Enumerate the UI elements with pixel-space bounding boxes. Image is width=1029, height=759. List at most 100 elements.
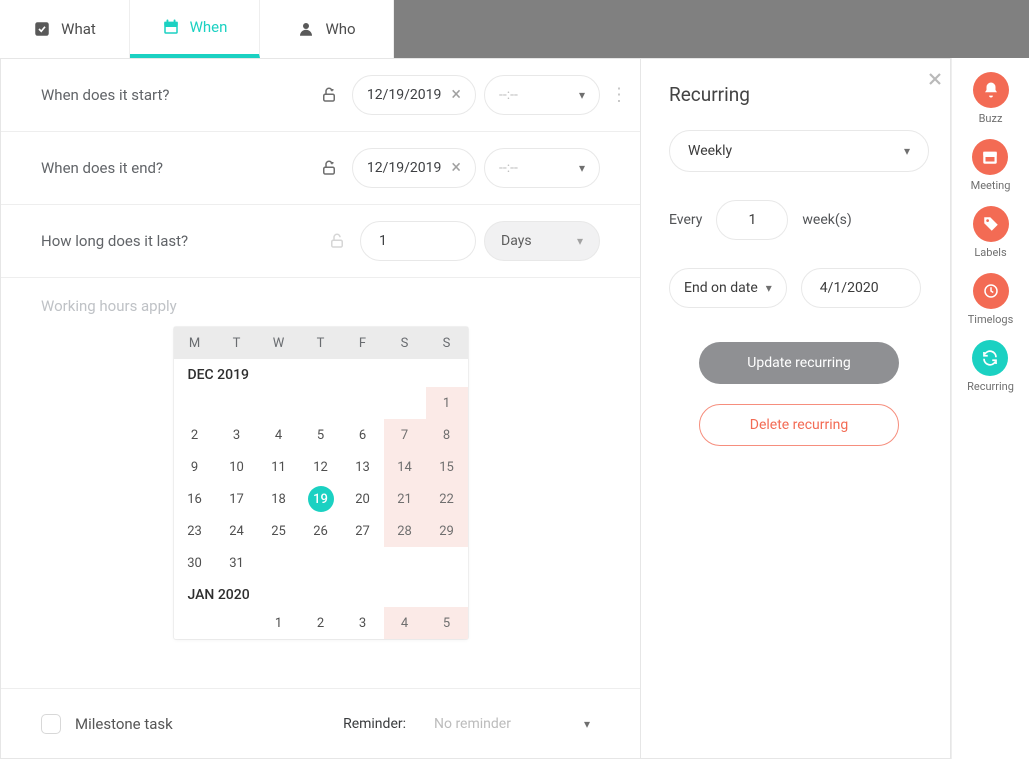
rail-label: Labels <box>974 246 1006 259</box>
recurring-panel: Recurring Weekly ▾ Every 1 week(s) End o… <box>641 59 957 758</box>
calendar-day[interactable]: 4 <box>384 607 426 639</box>
calendar-day[interactable]: 14 <box>384 451 426 483</box>
rail-label: Recurring <box>967 380 1014 393</box>
calendar-day[interactable]: 3 <box>342 607 384 639</box>
calendar-day[interactable]: 28 <box>384 515 426 547</box>
calendar-month: JAN 2020 <box>174 579 468 607</box>
calendar-day[interactable]: 8 <box>426 419 468 451</box>
lock-icon <box>328 232 346 250</box>
milestone-label: Milestone task <box>75 715 329 733</box>
lock-icon[interactable] <box>320 159 338 177</box>
chevron-down-icon: ▾ <box>584 717 590 731</box>
calendar-day[interactable]: 11 <box>258 451 300 483</box>
calendar-day[interactable]: 22 <box>426 483 468 515</box>
dow-header: T <box>300 327 342 359</box>
bell-icon <box>982 81 1000 99</box>
calendar-day[interactable]: 2 <box>174 419 216 451</box>
calendar-day[interactable]: 9 <box>174 451 216 483</box>
start-label: When does it start? <box>41 86 320 104</box>
calendar-day[interactable]: 7 <box>384 419 426 451</box>
tab-who[interactable]: Who <box>260 0 394 58</box>
calendar-day[interactable]: 1 <box>258 607 300 639</box>
refresh-icon <box>981 349 999 367</box>
reminder-select[interactable]: No reminder ▾ <box>430 704 600 744</box>
calendar-day[interactable]: 21 <box>384 483 426 515</box>
calendar-day[interactable]: 24 <box>216 515 258 547</box>
calendar-day[interactable]: 1 <box>426 387 468 419</box>
calendar-day[interactable]: 13 <box>342 451 384 483</box>
unit-value: Days <box>501 233 532 249</box>
dow-header: W <box>258 327 300 359</box>
calendar-day[interactable]: 10 <box>216 451 258 483</box>
dow-header: S <box>384 327 426 359</box>
lock-icon[interactable] <box>320 86 338 104</box>
frequency-value: Weekly <box>688 143 732 159</box>
clear-icon[interactable]: × <box>451 159 461 177</box>
tab-label: Who <box>325 20 355 38</box>
tab-when[interactable]: When <box>130 0 260 58</box>
calendar-day[interactable]: 6 <box>342 419 384 451</box>
calendar-day[interactable]: 5 <box>426 607 468 639</box>
start-time-input[interactable]: --:-- ▾ <box>484 75 600 115</box>
end-label: When does it end? <box>41 159 320 177</box>
calendar-day[interactable]: 26 <box>300 515 342 547</box>
duration-value-input[interactable]: 1 <box>360 221 476 261</box>
time-value: --:-- <box>499 160 518 176</box>
end-row: When does it end? 12/19/2019 × --:-- ▾ <box>1 132 640 205</box>
rail-timelogs[interactable]: Timelogs <box>968 273 1014 326</box>
chevron-down-icon: ▾ <box>766 281 772 295</box>
clear-icon[interactable]: × <box>451 86 461 104</box>
more-icon[interactable]: ⋮ <box>610 85 628 106</box>
calendar-day[interactable]: 19 <box>300 483 342 515</box>
end-date-input[interactable]: 12/19/2019 × <box>352 148 476 188</box>
calendar-day[interactable]: 31 <box>216 547 258 579</box>
calendar-day[interactable]: 23 <box>174 515 216 547</box>
close-icon[interactable] <box>925 69 945 93</box>
end-mode-select[interactable]: End on date ▾ <box>669 268 787 308</box>
tag-icon <box>982 215 1000 233</box>
calendar-day[interactable]: 29 <box>426 515 468 547</box>
duration-unit-select[interactable]: Days ▾ <box>484 221 600 261</box>
chevron-down-icon: ▾ <box>579 88 585 102</box>
rail-label: Timelogs <box>968 313 1014 326</box>
calendar-month: DEC 2019 <box>174 359 468 387</box>
rail-buzz[interactable]: Buzz <box>973 72 1009 125</box>
frequency-select[interactable]: Weekly ▾ <box>669 130 929 172</box>
start-date-input[interactable]: 12/19/2019 × <box>352 75 476 115</box>
calendar-day[interactable]: 17 <box>216 483 258 515</box>
calendar-day[interactable]: 5 <box>300 419 342 451</box>
rail-recurring[interactable]: Recurring <box>967 340 1014 393</box>
every-value-input[interactable]: 1 <box>716 200 788 240</box>
calendar-day[interactable]: 4 <box>258 419 300 451</box>
end-date-value: 4/1/2020 <box>820 280 879 296</box>
update-recurring-button[interactable]: Update recurring <box>699 342 899 384</box>
calendar-day[interactable]: 30 <box>174 547 216 579</box>
milestone-checkbox[interactable] <box>41 714 61 734</box>
calendar-day[interactable]: 2 <box>300 607 342 639</box>
delete-recurring-button[interactable]: Delete recurring <box>699 404 899 446</box>
calendar-day[interactable]: 12 <box>300 451 342 483</box>
person-icon <box>297 20 315 38</box>
dow-header: M <box>174 327 216 359</box>
calendar-day[interactable]: 3 <box>216 419 258 451</box>
rail-meeting[interactable]: Meeting <box>971 139 1011 192</box>
recurring-title: Recurring <box>669 83 929 106</box>
tab-what[interactable]: What <box>0 0 130 58</box>
date-value: 12/19/2019 <box>367 87 442 103</box>
calendar-icon <box>162 18 180 36</box>
calendar-day[interactable]: 27 <box>342 515 384 547</box>
calendar-day[interactable]: 15 <box>426 451 468 483</box>
dow-header: F <box>342 327 384 359</box>
reminder-label: Reminder: <box>343 716 406 732</box>
rail-label: Buzz <box>979 112 1003 125</box>
calendar-day[interactable]: 20 <box>342 483 384 515</box>
check-square-icon <box>33 20 51 38</box>
calendar-day[interactable]: 25 <box>258 515 300 547</box>
duration-row: How long does it last? 1 Days ▾ <box>1 205 640 278</box>
end-date-input[interactable]: 4/1/2020 <box>801 268 921 308</box>
calendar-day[interactable]: 18 <box>258 483 300 515</box>
rail-labels[interactable]: Labels <box>973 206 1009 259</box>
every-label: Every <box>669 212 702 228</box>
end-time-input[interactable]: --:-- ▾ <box>484 148 600 188</box>
calendar-day[interactable]: 16 <box>174 483 216 515</box>
